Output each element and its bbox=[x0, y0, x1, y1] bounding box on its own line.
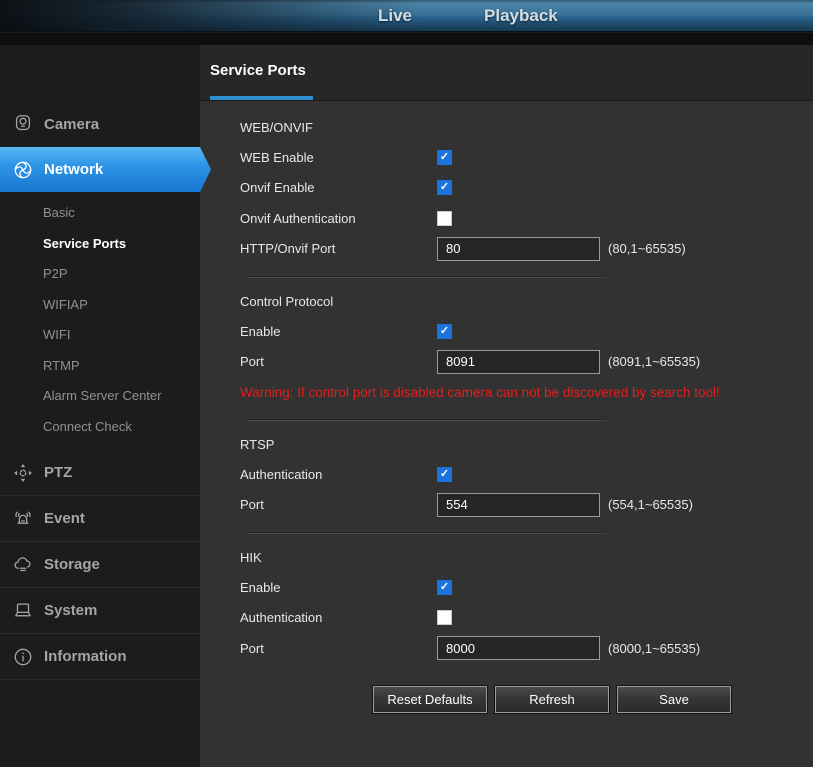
sidebar-item-label: Event bbox=[44, 510, 85, 527]
tab-playback[interactable]: Playback bbox=[474, 6, 568, 26]
rtsp-authentication-label: Authentication bbox=[240, 467, 437, 482]
rtsp-authentication-row: Authentication bbox=[240, 459, 813, 490]
hik-enable-checkbox[interactable] bbox=[437, 580, 452, 595]
subnav-item-wifiap[interactable]: WIFIAP bbox=[0, 290, 200, 321]
sidebar-spacer bbox=[0, 45, 200, 101]
onvif-enable-row: Onvif Enable bbox=[240, 173, 813, 204]
tab-service-ports[interactable]: Service Ports bbox=[210, 62, 306, 79]
section-divider bbox=[248, 419, 606, 421]
control-port-input[interactable] bbox=[437, 350, 600, 374]
storage-icon bbox=[11, 553, 35, 577]
hik-authentication-row: Authentication bbox=[240, 603, 813, 634]
sidebar-item-label: System bbox=[44, 602, 97, 619]
subnav-item-service-ports[interactable]: Service Ports bbox=[0, 229, 200, 260]
service-ports-form: WEB/ONVIF WEB Enable Onvif Enable Onvif … bbox=[200, 101, 813, 713]
section-divider bbox=[248, 276, 606, 278]
control-enable-label: Enable bbox=[240, 324, 437, 339]
subnav-item-alarm-server-center[interactable]: Alarm Server Center bbox=[0, 381, 200, 412]
rtsp-port-input[interactable] bbox=[437, 493, 600, 517]
onvif-enable-checkbox[interactable] bbox=[437, 180, 452, 195]
subnav-item-wifi[interactable]: WIFI bbox=[0, 320, 200, 351]
onvif-authentication-label: Onvif Authentication bbox=[240, 211, 437, 226]
sidebar-item-system[interactable]: System bbox=[0, 588, 200, 634]
http-onvif-port-row: HTTP/Onvif Port (80,1~65535) bbox=[240, 234, 813, 265]
sidebar-item-label: Storage bbox=[44, 556, 100, 573]
subnav-item-rtmp[interactable]: RTMP bbox=[0, 351, 200, 382]
hik-port-hint: (8000,1~65535) bbox=[608, 641, 700, 656]
subnav-item-basic[interactable]: Basic bbox=[0, 198, 200, 229]
rtsp-port-label: Port bbox=[240, 497, 437, 512]
tab-live[interactable]: Live bbox=[368, 6, 422, 26]
http-onvif-port-input[interactable] bbox=[437, 237, 600, 261]
hik-enable-label: Enable bbox=[240, 580, 437, 595]
control-port-warning: Warning: If control port is disabled cam… bbox=[240, 377, 813, 407]
onvif-authentication-row: Onvif Authentication bbox=[240, 203, 813, 234]
sidebar-item-ptz[interactable]: PTZ bbox=[0, 450, 200, 496]
content-tabstrip: Service Ports bbox=[200, 45, 813, 101]
web-enable-checkbox[interactable] bbox=[437, 150, 452, 165]
ptz-icon bbox=[11, 461, 35, 485]
camera-icon bbox=[11, 112, 35, 136]
control-enable-checkbox[interactable] bbox=[437, 324, 452, 339]
main-content: Service Ports WEB/ONVIF WEB Enable Onvif… bbox=[200, 45, 813, 767]
hik-authentication-checkbox[interactable] bbox=[437, 610, 452, 625]
sidebar-item-label: Information bbox=[44, 648, 127, 665]
control-port-label: Port bbox=[240, 354, 437, 369]
control-port-row: Port (8091,1~65535) bbox=[240, 347, 813, 378]
topbar-separator bbox=[0, 33, 813, 45]
event-icon bbox=[11, 507, 35, 531]
section-divider bbox=[248, 532, 606, 534]
web-enable-label: WEB Enable bbox=[240, 150, 437, 165]
sidebar-item-camera[interactable]: Camera bbox=[0, 101, 200, 147]
network-subnav: Basic Service Ports P2P WIFIAP WIFI RTMP… bbox=[0, 192, 200, 450]
rtsp-authentication-checkbox[interactable] bbox=[437, 467, 452, 482]
hik-port-row: Port (8000,1~65535) bbox=[240, 633, 813, 664]
top-tabs: Live Playback bbox=[368, 6, 568, 26]
sidebar-item-label: PTZ bbox=[44, 464, 72, 481]
hik-port-label: Port bbox=[240, 641, 437, 656]
subnav-item-p2p[interactable]: P2P bbox=[0, 259, 200, 290]
control-port-hint: (8091,1~65535) bbox=[608, 354, 700, 369]
sidebar-item-label: Network bbox=[44, 161, 103, 178]
hik-enable-row: Enable bbox=[240, 572, 813, 603]
sidebar-item-label: Camera bbox=[44, 116, 99, 133]
information-icon bbox=[11, 645, 35, 669]
http-onvif-port-hint: (80,1~65535) bbox=[608, 241, 686, 256]
form-button-row: Reset Defaults Refresh Save bbox=[373, 686, 813, 713]
hik-authentication-label: Authentication bbox=[240, 610, 437, 625]
section-title-rtsp: RTSP bbox=[240, 431, 813, 459]
sidebar-item-event[interactable]: Event bbox=[0, 496, 200, 542]
refresh-button[interactable]: Refresh bbox=[495, 686, 609, 713]
control-enable-row: Enable bbox=[240, 316, 813, 347]
section-title-hik: HIK bbox=[240, 544, 813, 572]
web-enable-row: WEB Enable bbox=[240, 142, 813, 173]
onvif-authentication-checkbox[interactable] bbox=[437, 211, 452, 226]
top-navigation-bar: Live Playback bbox=[0, 0, 813, 32]
save-button[interactable]: Save bbox=[617, 686, 731, 713]
section-title-web-onvif: WEB/ONVIF bbox=[240, 114, 813, 142]
sidebar-item-network[interactable]: Network bbox=[0, 147, 211, 192]
reset-defaults-button[interactable]: Reset Defaults bbox=[373, 686, 487, 713]
hik-port-input[interactable] bbox=[437, 636, 600, 660]
section-title-control-protocol: Control Protocol bbox=[240, 288, 813, 316]
http-onvif-port-label: HTTP/Onvif Port bbox=[240, 241, 437, 256]
sidebar-item-information[interactable]: Information bbox=[0, 634, 200, 680]
sidebar: Camera Network Basic Service Ports P2P W… bbox=[0, 45, 200, 767]
active-tab-underline bbox=[210, 96, 313, 100]
rtsp-port-row: Port (554,1~65535) bbox=[240, 490, 813, 521]
subnav-item-connect-check[interactable]: Connect Check bbox=[0, 412, 200, 443]
network-icon bbox=[11, 158, 35, 182]
onvif-enable-label: Onvif Enable bbox=[240, 180, 437, 195]
sidebar-item-storage[interactable]: Storage bbox=[0, 542, 200, 588]
rtsp-port-hint: (554,1~65535) bbox=[608, 497, 693, 512]
system-icon bbox=[11, 599, 35, 623]
